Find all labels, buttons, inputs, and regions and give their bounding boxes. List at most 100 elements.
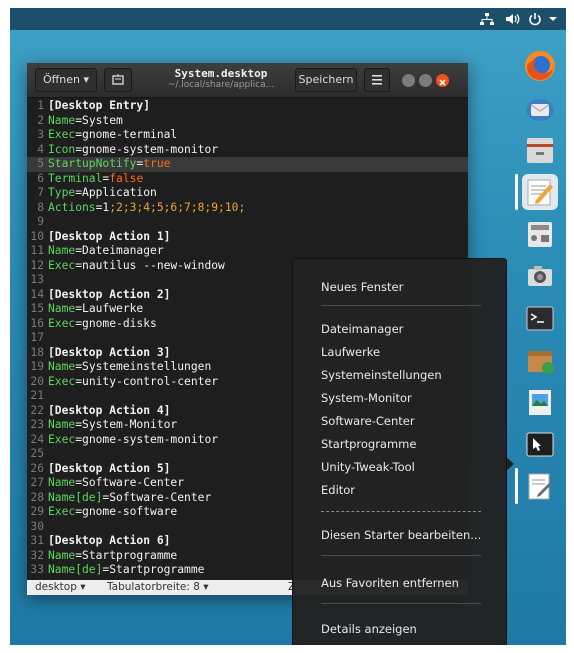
code-line[interactable]: 3 Exec=gnome-terminal [27, 128, 468, 143]
menu-item-action[interactable]: Software-Center [321, 413, 415, 429]
line-number: 31 [30, 534, 44, 547]
file-name: System.desktop [174, 67, 268, 80]
menu-item-details[interactable]: Details anzeigen [321, 621, 417, 637]
menu-item-action[interactable]: Dateimanager [321, 321, 403, 337]
menu-item-action[interactable]: Editor [321, 482, 355, 498]
files-icon[interactable] [522, 132, 558, 168]
line-number: 7 [37, 186, 44, 199]
menu-item-new-window[interactable]: Neues Fenster [321, 279, 403, 295]
volume-icon[interactable] [504, 11, 520, 27]
code-value: =Startprogramme [75, 548, 178, 562]
code-value: true [143, 157, 171, 170]
code-value: =Software-Center [75, 476, 185, 489]
minimize-button[interactable] [402, 74, 415, 87]
close-button[interactable] [436, 74, 449, 87]
new-document-button[interactable] [104, 68, 132, 92]
chevron-down-icon[interactable] [548, 11, 558, 27]
line-number: 13 [30, 273, 44, 286]
code-value: =System [75, 113, 123, 127]
menu-button[interactable] [364, 68, 390, 92]
tab-width-label: Tabulatorbreite: 8 [107, 581, 200, 593]
save-button[interactable]: Speichern [295, 68, 357, 92]
code-value: =System-Monitor [75, 418, 178, 431]
open-button[interactable]: Öffnen ▾ [35, 68, 97, 92]
menu-item-action[interactable]: Laufwerke [321, 344, 380, 360]
code-value: =nautilus --new-window [75, 258, 225, 272]
menu-item-action[interactable]: Systemeinstellungen [321, 367, 442, 383]
camera-icon[interactable] [522, 258, 558, 294]
menu-item-action[interactable]: Unity-Tweak-Tool [321, 459, 415, 475]
code-line[interactable]: 11 Name=Dateimanager [27, 244, 468, 259]
menu-item-edit-launcher[interactable]: Diesen Starter bearbeiten... [321, 527, 481, 543]
code-value: =Application [75, 186, 157, 199]
code-line[interactable]: 7 Type=Application [27, 186, 468, 201]
image-viewer-icon[interactable] [522, 384, 558, 420]
code-line[interactable]: 2 Name=System [27, 114, 468, 129]
line-number: 24 [30, 432, 44, 446]
document-icon[interactable] [522, 468, 558, 504]
menu-separator [321, 305, 481, 306]
code-key: Name[de] [48, 490, 103, 504]
firefox-icon[interactable] [522, 48, 558, 84]
terminal-icon[interactable] [522, 300, 558, 336]
code-value: =1 [95, 200, 110, 214]
code-key: Name [48, 244, 76, 257]
system-launcher-icon[interactable] [522, 426, 558, 462]
line-number: 17 [30, 331, 44, 344]
line-number: 16 [30, 316, 44, 330]
code-key: StartupNotify [48, 157, 137, 170]
code-value: =gnome-system-monitor [75, 142, 219, 156]
line-number: 14 [30, 287, 44, 301]
line-number: 26 [30, 461, 44, 475]
menu-item-action[interactable]: System-Monitor [321, 390, 412, 406]
menu-item-action[interactable]: Startprogramme [321, 436, 416, 452]
syntax-label: desktop [35, 581, 77, 593]
line-number: 29 [30, 505, 44, 518]
chevron-down-icon: ▾ [79, 73, 89, 86]
calculator-icon[interactable] [522, 216, 558, 252]
active-indicator [515, 174, 518, 210]
line-number: 23 [30, 418, 44, 431]
line-number: 2 [37, 113, 44, 127]
line-number: 5 [37, 157, 44, 170]
code-key: Exec [48, 374, 76, 388]
code-line[interactable]: 9 [27, 215, 468, 230]
line-number: 6 [37, 171, 44, 185]
tab-width-selector[interactable]: Tabulatorbreite: 8 ▾ [107, 580, 209, 595]
code-value: =Laufwerke [75, 302, 144, 315]
network-icon[interactable] [480, 11, 494, 27]
code-line[interactable]: 8 Actions=1;2;3;4;5;6;7;8;9;10; [27, 201, 468, 216]
code-line[interactable]: 10 [Desktop Action 1] [27, 230, 468, 245]
line-number: 32 [30, 548, 44, 562]
maximize-button[interactable] [419, 74, 432, 87]
code-line[interactable]: 1 [Desktop Entry] [27, 99, 468, 114]
line-number: 10 [30, 229, 44, 243]
text-editor-icon[interactable] [522, 174, 558, 210]
power-icon[interactable] [528, 11, 542, 27]
code-line[interactable]: 5 StartupNotify=true [27, 157, 468, 172]
code-line[interactable]: 6 Terminal=false [27, 172, 468, 187]
code-key: Name [48, 548, 76, 562]
code-key: Name [48, 476, 76, 489]
syntax-selector[interactable]: desktop ▾ [35, 580, 86, 595]
code-section: [Desktop Action 4] [48, 403, 171, 417]
archive-icon[interactable] [522, 342, 558, 378]
code-key: Terminal [48, 171, 103, 185]
close-icon [439, 79, 446, 86]
line-number: 19 [30, 360, 44, 373]
code-value: =unity-control-center [75, 374, 219, 388]
line-number: 4 [37, 142, 44, 156]
thunderbird-icon[interactable] [522, 90, 558, 126]
window-title: System.desktop ~/.local/share/applica... [151, 67, 291, 90]
code-value: =Systemeinstellungen [75, 360, 212, 373]
line-number: 15 [30, 302, 44, 315]
line-number: 12 [30, 258, 44, 272]
code-key: Name [48, 302, 76, 315]
code-section: [Desktop Action 5] [48, 461, 171, 475]
code-value: =Software-Center [102, 490, 212, 504]
menu-item-remove-favorites[interactable]: Aus Favoriten entfernen [321, 575, 459, 591]
code-line[interactable]: 4 Icon=gnome-system-monitor [27, 143, 468, 158]
new-document-icon [112, 74, 124, 85]
code-key: Exec [48, 128, 76, 141]
hamburger-icon [372, 75, 382, 85]
